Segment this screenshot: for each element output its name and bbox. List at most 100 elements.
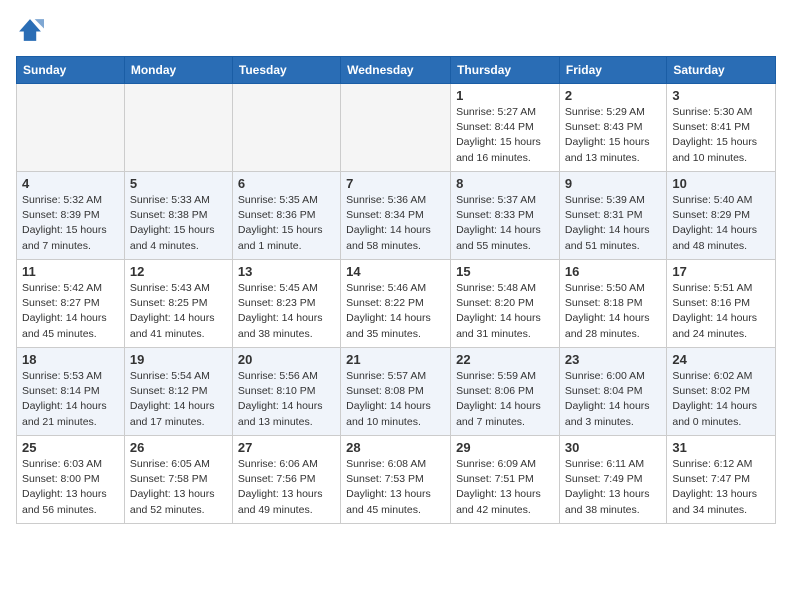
calendar-cell: 19 Sunrise: 5:54 AM Sunset: 8:12 PM Dayli…: [124, 348, 232, 436]
calendar-cell: [17, 84, 125, 172]
weekday-header-row: SundayMondayTuesdayWednesdayThursdayFrid…: [17, 57, 776, 84]
calendar-cell: 22 Sunrise: 5:59 AM Sunset: 8:06 PM Dayli…: [451, 348, 560, 436]
day-info: Sunrise: 5:43 AM Sunset: 8:25 PM Dayligh…: [130, 281, 227, 342]
calendar-week-row: 1 Sunrise: 5:27 AM Sunset: 8:44 PM Daylig…: [17, 84, 776, 172]
day-number: 20: [238, 352, 335, 367]
calendar-cell: 7 Sunrise: 5:36 AM Sunset: 8:34 PM Daylig…: [341, 172, 451, 260]
day-info: Sunrise: 5:35 AM Sunset: 8:36 PM Dayligh…: [238, 193, 335, 254]
calendar-cell: 30 Sunrise: 6:11 AM Sunset: 7:49 PM Dayli…: [559, 436, 666, 524]
day-info: Sunrise: 5:29 AM Sunset: 8:43 PM Dayligh…: [565, 105, 661, 166]
calendar-cell: 23 Sunrise: 6:00 AM Sunset: 8:04 PM Dayli…: [559, 348, 666, 436]
calendar-cell: 12 Sunrise: 5:43 AM Sunset: 8:25 PM Dayli…: [124, 260, 232, 348]
weekday-header-sunday: Sunday: [17, 57, 125, 84]
day-info: Sunrise: 5:46 AM Sunset: 8:22 PM Dayligh…: [346, 281, 445, 342]
calendar-week-row: 4 Sunrise: 5:32 AM Sunset: 8:39 PM Daylig…: [17, 172, 776, 260]
day-number: 7: [346, 176, 445, 191]
day-number: 22: [456, 352, 554, 367]
weekday-header-friday: Friday: [559, 57, 666, 84]
day-number: 1: [456, 88, 554, 103]
day-number: 16: [565, 264, 661, 279]
day-info: Sunrise: 6:05 AM Sunset: 7:58 PM Dayligh…: [130, 457, 227, 518]
calendar-cell: 5Sunrise: 5:33 AM Sunset: 8:38 PM Daylig…: [124, 172, 232, 260]
weekday-header-thursday: Thursday: [451, 57, 560, 84]
day-number: 9: [565, 176, 661, 191]
day-number: 10: [672, 176, 770, 191]
day-info: Sunrise: 5:59 AM Sunset: 8:06 PM Dayligh…: [456, 369, 554, 430]
day-info: Sunrise: 5:42 AM Sunset: 8:27 PM Dayligh…: [22, 281, 119, 342]
calendar-cell: 4 Sunrise: 5:32 AM Sunset: 8:39 PM Daylig…: [17, 172, 125, 260]
day-info: Sunrise: 6:09 AM Sunset: 7:51 PM Dayligh…: [456, 457, 554, 518]
calendar-cell: [124, 84, 232, 172]
day-info: Sunrise: 5:45 AM Sunset: 8:23 PM Dayligh…: [238, 281, 335, 342]
calendar-cell: 8 Sunrise: 5:37 AM Sunset: 8:33 PM Daylig…: [451, 172, 560, 260]
weekday-header-monday: Monday: [124, 57, 232, 84]
calendar-cell: 9 Sunrise: 5:39 AM Sunset: 8:31 PM Daylig…: [559, 172, 666, 260]
calendar-cell: 20 Sunrise: 5:56 AM Sunset: 8:10 PM Dayli…: [232, 348, 340, 436]
calendar-cell: 16 Sunrise: 5:50 AM Sunset: 8:18 PM Dayli…: [559, 260, 666, 348]
day-info: Sunrise: 5:48 AM Sunset: 8:20 PM Dayligh…: [456, 281, 554, 342]
day-info: Sunrise: 5:51 AM Sunset: 8:16 PM Dayligh…: [672, 281, 770, 342]
day-info: Sunrise: 5:36 AM Sunset: 8:34 PM Dayligh…: [346, 193, 445, 254]
day-info: Sunrise: 6:11 AM Sunset: 7:49 PM Dayligh…: [565, 457, 661, 518]
day-number: 6: [238, 176, 335, 191]
day-number: 2: [565, 88, 661, 103]
day-info: Sunrise: 5:32 AM Sunset: 8:39 PM Dayligh…: [22, 193, 119, 254]
day-number: 13: [238, 264, 335, 279]
day-info: Sunrise: 6:02 AM Sunset: 8:02 PM Dayligh…: [672, 369, 770, 430]
calendar-cell: [232, 84, 340, 172]
day-number: 18: [22, 352, 119, 367]
day-info: Sunrise: 5:37 AM Sunset: 8:33 PM Dayligh…: [456, 193, 554, 254]
calendar-cell: 18Sunrise: 5:53 AM Sunset: 8:14 PM Dayli…: [17, 348, 125, 436]
day-info: Sunrise: 6:08 AM Sunset: 7:53 PM Dayligh…: [346, 457, 445, 518]
calendar-cell: 6 Sunrise: 5:35 AM Sunset: 8:36 PM Daylig…: [232, 172, 340, 260]
day-number: 4: [22, 176, 119, 191]
day-number: 23: [565, 352, 661, 367]
calendar-week-row: 11Sunrise: 5:42 AM Sunset: 8:27 PM Dayli…: [17, 260, 776, 348]
day-info: Sunrise: 5:57 AM Sunset: 8:08 PM Dayligh…: [346, 369, 445, 430]
calendar-cell: 13 Sunrise: 5:45 AM Sunset: 8:23 PM Dayli…: [232, 260, 340, 348]
day-number: 14: [346, 264, 445, 279]
day-number: 25: [22, 440, 119, 455]
day-number: 27: [238, 440, 335, 455]
calendar-cell: 27 Sunrise: 6:06 AM Sunset: 7:56 PM Dayli…: [232, 436, 340, 524]
day-number: 17: [672, 264, 770, 279]
day-number: 28: [346, 440, 445, 455]
day-info: Sunrise: 5:39 AM Sunset: 8:31 PM Dayligh…: [565, 193, 661, 254]
day-number: 8: [456, 176, 554, 191]
day-info: Sunrise: 6:12 AM Sunset: 7:47 PM Dayligh…: [672, 457, 770, 518]
day-info: Sunrise: 5:54 AM Sunset: 8:12 PM Dayligh…: [130, 369, 227, 430]
calendar-cell: 25 Sunrise: 6:03 AM Sunset: 8:00 PM Dayli…: [17, 436, 125, 524]
calendar-cell: 10Sunrise: 5:40 AM Sunset: 8:29 PM Dayli…: [667, 172, 776, 260]
calendar-cell: 21Sunrise: 5:57 AM Sunset: 8:08 PM Dayli…: [341, 348, 451, 436]
weekday-header-wednesday: Wednesday: [341, 57, 451, 84]
logo: [16, 16, 48, 44]
calendar-cell: 1 Sunrise: 5:27 AM Sunset: 8:44 PM Daylig…: [451, 84, 560, 172]
day-number: 30: [565, 440, 661, 455]
calendar-cell: 11Sunrise: 5:42 AM Sunset: 8:27 PM Dayli…: [17, 260, 125, 348]
calendar-cell: 15 Sunrise: 5:48 AM Sunset: 8:20 PM Dayli…: [451, 260, 560, 348]
day-number: 26: [130, 440, 227, 455]
day-number: 19: [130, 352, 227, 367]
day-info: Sunrise: 5:33 AM Sunset: 8:38 PM Dayligh…: [130, 193, 227, 254]
day-info: Sunrise: 5:56 AM Sunset: 8:10 PM Dayligh…: [238, 369, 335, 430]
weekday-header-tuesday: Tuesday: [232, 57, 340, 84]
day-number: 24: [672, 352, 770, 367]
weekday-header-saturday: Saturday: [667, 57, 776, 84]
day-number: 31: [672, 440, 770, 455]
day-number: 12: [130, 264, 227, 279]
day-number: 29: [456, 440, 554, 455]
calendar-cell: 24 Sunrise: 6:02 AM Sunset: 8:02 PM Dayli…: [667, 348, 776, 436]
calendar-cell: 14 Sunrise: 5:46 AM Sunset: 8:22 PM Dayli…: [341, 260, 451, 348]
day-info: Sunrise: 6:03 AM Sunset: 8:00 PM Dayligh…: [22, 457, 119, 518]
page-header: [16, 16, 776, 44]
day-info: Sunrise: 6:06 AM Sunset: 7:56 PM Dayligh…: [238, 457, 335, 518]
calendar-week-row: 25 Sunrise: 6:03 AM Sunset: 8:00 PM Dayli…: [17, 436, 776, 524]
day-info: Sunrise: 5:27 AM Sunset: 8:44 PM Dayligh…: [456, 105, 554, 166]
day-info: Sunrise: 5:30 AM Sunset: 8:41 PM Dayligh…: [672, 105, 770, 166]
day-info: Sunrise: 6:00 AM Sunset: 8:04 PM Dayligh…: [565, 369, 661, 430]
day-number: 15: [456, 264, 554, 279]
day-info: Sunrise: 5:50 AM Sunset: 8:18 PM Dayligh…: [565, 281, 661, 342]
calendar-cell: 17 Sunrise: 5:51 AM Sunset: 8:16 PM Dayli…: [667, 260, 776, 348]
logo-icon: [16, 16, 44, 44]
calendar-table: SundayMondayTuesdayWednesdayThursdayFrid…: [16, 56, 776, 524]
